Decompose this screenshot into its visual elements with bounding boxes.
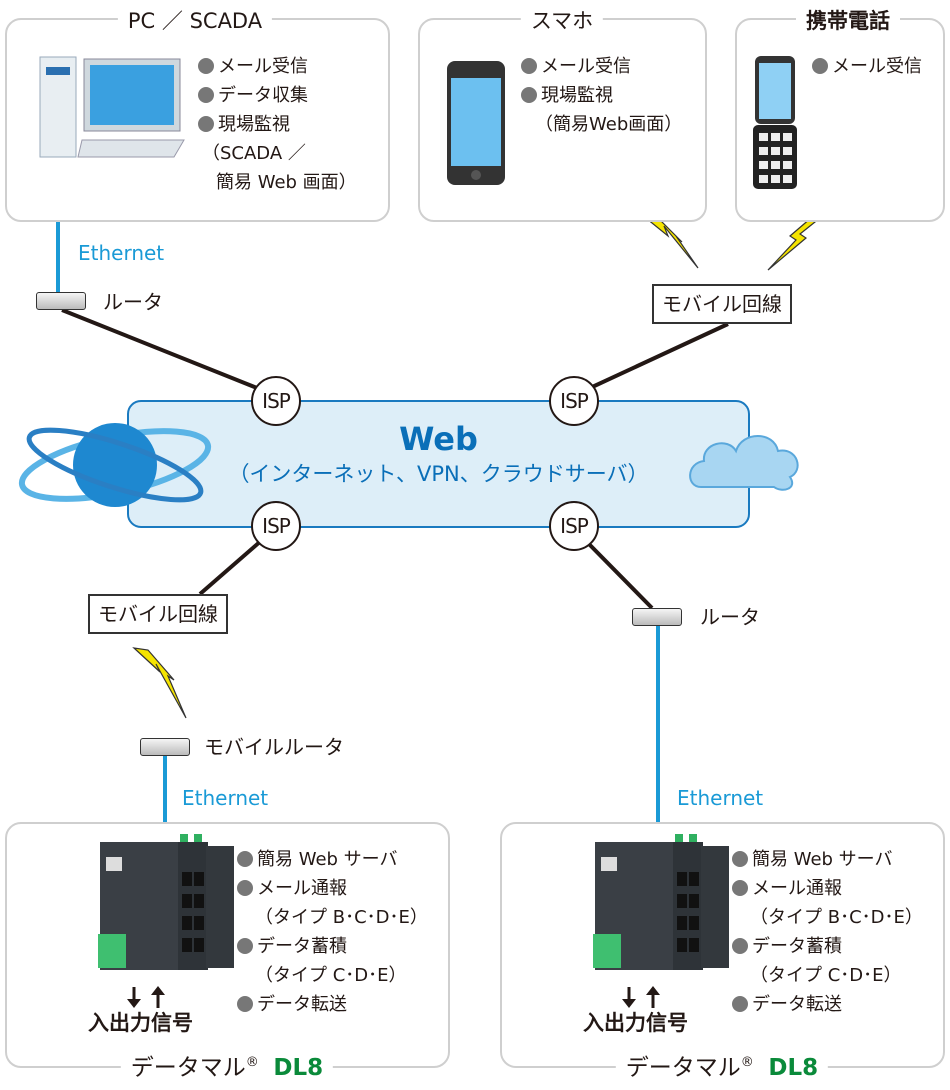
feature: メール受信 bbox=[832, 56, 922, 77]
product-name: データマル® DL8 bbox=[120, 1054, 334, 1082]
mobile-line-label: モバイル回線 bbox=[652, 284, 792, 324]
feature: データ転送 bbox=[257, 994, 347, 1015]
bullet-icon bbox=[732, 851, 748, 867]
bullet-icon bbox=[732, 880, 748, 896]
bullet-icon bbox=[237, 851, 253, 867]
smartphone-features: メール受信 現場監視 （簡易Web画面） bbox=[521, 52, 682, 139]
io-signal-label: 入出力信号 bbox=[88, 1011, 193, 1035]
web-subtitle: （インターネット、VPN、クラウドサーバ） bbox=[228, 462, 649, 486]
web-title: Web bbox=[399, 420, 478, 458]
bullet-icon bbox=[237, 996, 253, 1012]
bullet-icon bbox=[198, 87, 214, 103]
ethernet-label: Ethernet bbox=[78, 241, 165, 265]
feature: 現場監視 bbox=[541, 85, 613, 106]
feature: データ転送 bbox=[752, 994, 842, 1015]
desktop-pc-icon bbox=[39, 56, 185, 158]
pc-features: メール受信 データ収集 現場監視 （SCADA ／ 簡易 Web 画面） bbox=[198, 52, 357, 197]
feature: メール受信 bbox=[541, 56, 631, 77]
flip-phone-icon bbox=[753, 56, 797, 189]
feature: メール通報 bbox=[752, 878, 842, 899]
bullet-icon bbox=[732, 938, 748, 954]
feature: 簡易 Web サーバ bbox=[752, 849, 893, 870]
io-arrows-icon bbox=[622, 986, 660, 1008]
feature: 簡易 Web サーバ bbox=[257, 849, 398, 870]
mobile-router-icon bbox=[140, 738, 190, 756]
feature: データ蓄積 bbox=[257, 936, 347, 957]
product-brand: データマル bbox=[130, 1055, 246, 1081]
link-mobile-isp bbox=[589, 322, 729, 390]
product-model: DL8 bbox=[273, 1055, 324, 1081]
feature-note: （タイプ B･C･D･E） bbox=[255, 907, 428, 928]
panel-title: PC ／ SCADA bbox=[117, 8, 273, 34]
router-icon bbox=[632, 608, 682, 626]
feature-note: （簡易Web画面） bbox=[535, 114, 683, 135]
bullet-icon bbox=[732, 996, 748, 1012]
cloud-icon bbox=[689, 435, 799, 491]
bullet-icon bbox=[198, 116, 214, 132]
mobile-line-label: モバイル回線 bbox=[88, 594, 228, 634]
ethernet-label: Ethernet bbox=[182, 786, 269, 810]
link-isp-router-bottom bbox=[583, 538, 654, 610]
globe-icon bbox=[18, 423, 212, 507]
router-label: ルータ bbox=[700, 605, 760, 629]
registered-mark: ® bbox=[245, 1055, 259, 1070]
feature: メール受信 bbox=[218, 56, 308, 77]
mobile-router-label: モバイルルータ bbox=[204, 735, 344, 759]
product-name: データマル® DL8 bbox=[615, 1054, 829, 1082]
network-diagram: PC ／ SCADA メール受信 データ収集 現場監視 （SCADA ／ 簡易 … bbox=[0, 0, 950, 1090]
feature-note: （タイプ C･D･E） bbox=[750, 965, 902, 986]
bullet-icon bbox=[521, 58, 537, 74]
ethernet-label: Ethernet bbox=[677, 786, 764, 810]
registered-mark: ® bbox=[740, 1055, 754, 1070]
isp-node: ISP bbox=[251, 501, 301, 551]
bullet-icon bbox=[812, 58, 828, 74]
datamaru-dl8-device-icon bbox=[593, 834, 729, 970]
smartphone-icon bbox=[447, 61, 505, 185]
feature: 現場監視 bbox=[218, 114, 290, 135]
isp-node: ISP bbox=[549, 376, 599, 426]
product-model: DL8 bbox=[768, 1055, 819, 1081]
bullet-icon bbox=[237, 938, 253, 954]
isp-node: ISP bbox=[549, 501, 599, 551]
mobile-phone-features: メール受信 bbox=[812, 52, 922, 81]
datamaru-dl8-device-icon bbox=[98, 834, 234, 970]
bullet-icon bbox=[237, 880, 253, 896]
feature-note: （タイプ C･D･E） bbox=[255, 965, 407, 986]
isp-node: ISP bbox=[251, 376, 301, 426]
feature: データ収集 bbox=[218, 85, 308, 106]
router-label: ルータ bbox=[103, 290, 163, 314]
feature-note: （タイプ B･C･D･E） bbox=[750, 907, 923, 928]
io-arrows-icon bbox=[127, 986, 165, 1008]
panel-title: スマホ bbox=[520, 8, 604, 34]
feature: メール通報 bbox=[257, 878, 347, 899]
dl8-features: 簡易 Web サーバ メール通報 （タイプ B･C･D･E） データ蓄積 （タイ… bbox=[237, 845, 428, 1019]
router-icon bbox=[36, 292, 86, 310]
bullet-icon bbox=[198, 58, 214, 74]
lightning-icon bbox=[132, 647, 187, 719]
link-router-isp bbox=[61, 308, 263, 392]
feature: データ蓄積 bbox=[752, 936, 842, 957]
dl8-features: 簡易 Web サーバ メール通報 （タイプ B･C･D･E） データ蓄積 （タイ… bbox=[732, 845, 923, 1019]
link-isp-mobile-bottom bbox=[198, 538, 264, 596]
bullet-icon bbox=[521, 87, 537, 103]
product-brand: データマル bbox=[625, 1055, 741, 1081]
io-signal-label: 入出力信号 bbox=[583, 1011, 688, 1035]
feature-note: 簡易 Web 画面） bbox=[216, 172, 357, 193]
panel-title: 携帯電話 bbox=[796, 8, 900, 34]
feature-note: （SCADA ／ bbox=[202, 143, 306, 164]
